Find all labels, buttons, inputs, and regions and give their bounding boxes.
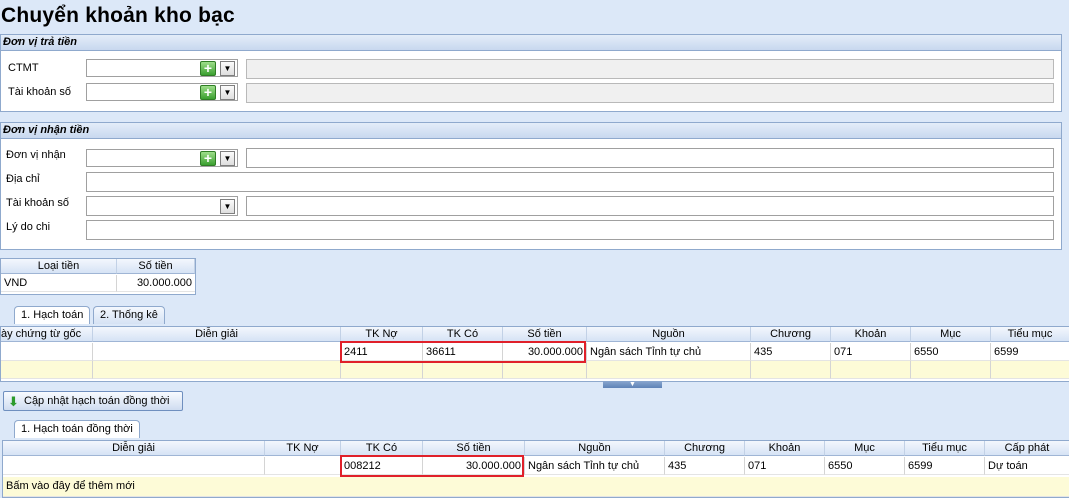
col-chapter: Chương xyxy=(751,327,831,342)
new-row-cell[interactable] xyxy=(587,361,751,379)
currency-table: Loại tiền Số tiền VND 30.000.000 xyxy=(0,258,196,295)
table-row-cell[interactable]: Ngân sách Tỉnh tự chủ xyxy=(525,457,665,475)
ctmt-chevron-down-icon[interactable]: ▼ xyxy=(220,61,235,76)
payer-account-chevron-down-icon[interactable]: ▼ xyxy=(220,85,235,100)
tab-hach-toan-dong-thoi[interactable]: 1. Hạch toán đồng thời xyxy=(14,420,140,438)
update-concurrent-accounting-button[interactable]: ⬇ Cập nhật hạch toán đồng thời xyxy=(3,391,183,411)
new-row-cell[interactable] xyxy=(1,361,93,379)
col-source: Nguồn xyxy=(525,441,665,456)
amount-header: Số tiền xyxy=(117,259,195,274)
payee-unit-name-field[interactable] xyxy=(246,148,1054,168)
ctmt-add-icon[interactable]: + xyxy=(200,61,216,76)
payee-unit-add-icon[interactable]: + xyxy=(200,151,216,166)
payee-account-combo[interactable] xyxy=(86,196,238,216)
col-debit-account: TK Nợ xyxy=(265,441,341,456)
table-row-cell[interactable]: Dự toán xyxy=(985,457,1069,475)
col-credit-account: TK Có xyxy=(423,327,503,342)
col-allocation: Cấp phát xyxy=(985,441,1069,456)
table-row-cell[interactable]: 6550 xyxy=(825,457,905,475)
col-description: Diễn giải xyxy=(93,327,341,342)
col-amount: Số tiền xyxy=(423,441,525,456)
payee-account-chevron-down-icon[interactable]: ▼ xyxy=(220,199,235,214)
table-row-cell[interactable] xyxy=(265,457,341,475)
payee-account-label: Tài khoản số xyxy=(6,197,69,209)
new-row-cell[interactable] xyxy=(93,361,341,379)
table-row-cell[interactable]: Ngân sách Tỉnh tự chủ xyxy=(587,343,751,361)
col-source-date: ày chứng từ gốc xyxy=(1,327,93,342)
update-button-label: Cập nhật hạch toán đồng thời xyxy=(24,395,170,407)
green-down-arrow-icon: ⬇ xyxy=(8,394,19,409)
table-row-cell[interactable]: 6550 xyxy=(911,343,991,361)
table-row-cell[interactable]: 071 xyxy=(831,343,911,361)
col-chapter: Chương xyxy=(665,441,745,456)
address-label: Địa chỉ xyxy=(6,173,40,185)
new-row-cell[interactable] xyxy=(831,361,911,379)
table-row-cell[interactable] xyxy=(3,457,265,475)
payer-account-label: Tài khoản số xyxy=(8,86,71,98)
tab-hach-toan[interactable]: 1. Hạch toán xyxy=(14,306,91,324)
table-row-cell[interactable]: 6599 xyxy=(905,457,985,475)
col-description: Diễn giải xyxy=(3,441,265,456)
col-section: Khoản xyxy=(745,441,825,456)
tab-thong-ke[interactable]: 2. Thống kê xyxy=(93,306,165,324)
address-field[interactable] xyxy=(86,172,1054,192)
table-row-cell[interactable]: 435 xyxy=(751,343,831,361)
currency-type-cell[interactable]: VND xyxy=(1,275,117,292)
concurrent-accounting-grid: Diễn giải TK Nợ TK Có Số tiền Nguồn Chươ… xyxy=(2,440,1069,498)
add-new-row[interactable]: Bấm vào đây để thêm mới xyxy=(3,477,1069,497)
reason-field[interactable] xyxy=(86,220,1054,240)
col-subitem: Tiểu mục xyxy=(905,441,985,456)
ctmt-name-field xyxy=(246,59,1054,79)
col-source: Nguồn xyxy=(587,327,751,342)
payer-section-title: Đơn vị trả tiền xyxy=(1,35,1061,51)
amount-cell[interactable]: 30.000.000 xyxy=(117,275,195,292)
table-row-cell[interactable]: 435 xyxy=(665,457,745,475)
reason-label: Lý do chi xyxy=(6,221,51,233)
new-row-cell[interactable] xyxy=(911,361,991,379)
col-debit-account: TK Nợ xyxy=(341,327,423,342)
payee-section-title: Đơn vị nhận tiền xyxy=(1,123,1061,139)
col-amount: Số tiền xyxy=(503,327,587,342)
new-row-cell[interactable] xyxy=(751,361,831,379)
col-section: Khoản xyxy=(831,327,911,342)
new-row-cell[interactable] xyxy=(423,361,503,379)
splitter-collapse-arrow-icon[interactable]: ▼ xyxy=(603,381,662,388)
table-row-cell[interactable]: 6599 xyxy=(991,343,1069,361)
ctmt-label: CTMT xyxy=(8,62,39,74)
new-row-cell[interactable] xyxy=(341,361,423,379)
new-row-cell[interactable] xyxy=(991,361,1069,379)
col-item: Mục xyxy=(825,441,905,456)
payee-unit-chevron-down-icon[interactable]: ▼ xyxy=(220,151,235,166)
payee-unit-label: Đơn vị nhận xyxy=(6,149,66,161)
new-row-cell[interactable] xyxy=(503,361,587,379)
table-row-cell[interactable] xyxy=(93,343,341,361)
col-subitem: Tiểu mục xyxy=(991,327,1069,342)
payer-account-add-icon[interactable]: + xyxy=(200,85,216,100)
currency-type-header: Loại tiền xyxy=(1,259,117,274)
col-credit-account: TK Có xyxy=(341,441,423,456)
payer-account-name-field xyxy=(246,83,1054,103)
highlight-box-bottom xyxy=(340,455,524,477)
payee-account-name-field[interactable] xyxy=(246,196,1054,216)
highlight-box-top xyxy=(340,341,586,363)
col-item: Mục xyxy=(911,327,991,342)
table-row-cell[interactable] xyxy=(1,343,93,361)
table-row-cell[interactable]: 071 xyxy=(745,457,825,475)
page-title: Chuyển khoản kho bạc xyxy=(1,4,235,27)
